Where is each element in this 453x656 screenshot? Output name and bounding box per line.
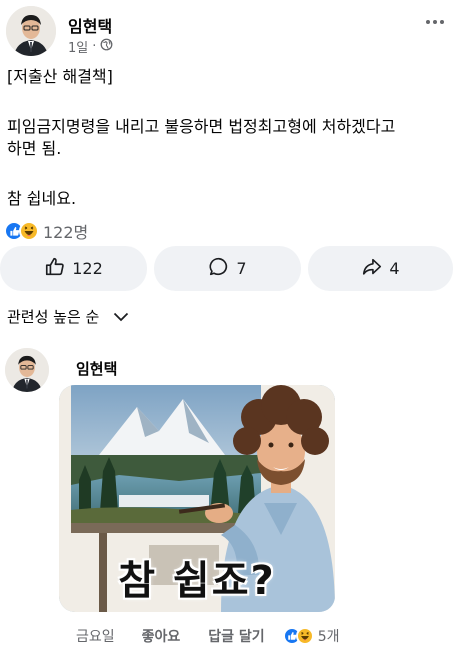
sort-label: 관련성 높은 순	[7, 308, 100, 326]
comment-author-avatar[interactable]	[5, 348, 49, 392]
globe-icon	[100, 38, 113, 55]
haha-reaction-icon	[19, 221, 39, 241]
author-name[interactable]: 임현택	[68, 13, 112, 37]
post-time[interactable]: 1일	[68, 37, 88, 56]
reaction-count: 122명	[43, 223, 89, 242]
comment-like-button[interactable]: 좋아요	[142, 626, 181, 646]
comment-bubble-icon	[208, 256, 230, 282]
comment-actions: 금요일 좋아요 답글 달기 5개	[76, 626, 339, 646]
comment-reaction-summary[interactable]: 5개	[282, 626, 340, 646]
post-text: [저출산 해결책] 피임금지명령을 내리고 불응하면 법정최고형에 처하겠다고 …	[7, 66, 447, 210]
comment-reaction-count: 5개	[317, 629, 340, 645]
comment-button[interactable]: 7	[154, 246, 301, 291]
post-line: 참 쉽네요.	[7, 189, 77, 208]
reaction-summary[interactable]: 122명	[4, 219, 88, 243]
comment-time[interactable]: 금요일	[76, 626, 115, 646]
author-avatar[interactable]	[6, 6, 56, 56]
share-button[interactable]: 4	[308, 246, 453, 291]
share-arrow-icon	[361, 256, 383, 282]
thumbs-up-icon	[44, 256, 66, 282]
meta-separator: ·	[92, 39, 97, 54]
share-count: 4	[389, 259, 400, 278]
haha-reaction-icon	[295, 627, 314, 645]
post-header: 임현택 1일 ·	[6, 6, 447, 58]
chevron-down-icon	[113, 308, 129, 326]
comment-reply-button[interactable]: 답글 달기	[208, 626, 264, 646]
image-caption: 참 쉽죠?	[118, 558, 276, 604]
comment-sort-dropdown[interactable]: 관련성 높은 순	[7, 306, 129, 327]
like-count: 122	[72, 259, 103, 278]
post-line: 하면 됨.	[7, 139, 62, 158]
post-actions: 122 7 4	[0, 246, 453, 291]
post-line-title: [저출산 해결책]	[7, 67, 113, 86]
like-button[interactable]: 122	[0, 246, 147, 291]
comment-author-name[interactable]: 임현택	[76, 358, 117, 379]
more-options-icon[interactable]	[423, 14, 447, 30]
post-meta: 1일 ·	[68, 37, 113, 56]
comment-count: 7	[236, 259, 247, 278]
comment-image[interactable]: 참 쉽죠?	[59, 385, 335, 612]
post-line: 피임금지명령을 내리고 불응하면 법정최고형에 처하겠다고	[7, 117, 396, 136]
